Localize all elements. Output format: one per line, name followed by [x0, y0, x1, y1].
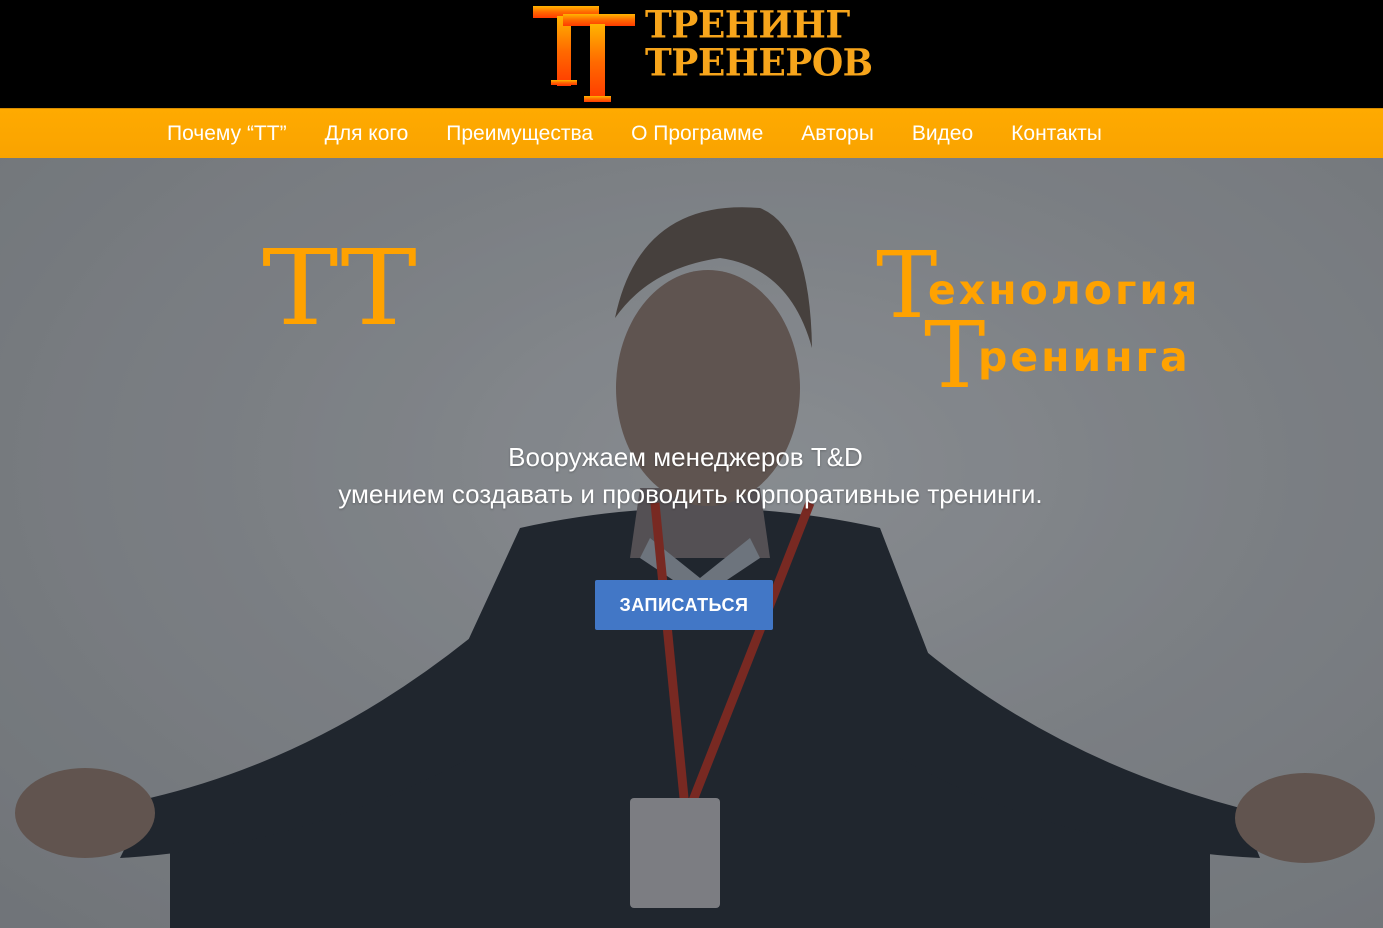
- logo-monogram-icon: [533, 6, 635, 102]
- nav-item-for-whom[interactable]: Для кого: [306, 122, 428, 146]
- nav-item-video[interactable]: Видео: [893, 122, 992, 146]
- nav-item-advantages[interactable]: Преимущества: [427, 122, 612, 146]
- site-header: ТРЕНИНГ ТРЕНЕРОВ: [0, 0, 1383, 108]
- hero-subtitle: Вооружаем менеджеров T&D умением создава…: [0, 439, 1383, 513]
- site-logo[interactable]: ТРЕНИНГ ТРЕНЕРОВ: [533, 0, 873, 106]
- signup-button[interactable]: ЗАПИСАТЬСЯ: [595, 580, 773, 630]
- main-nav: Почему “ТТ” Для кого Преимущества О Прог…: [0, 108, 1383, 158]
- hero-subtitle-line-1: Вооружаем менеджеров T&D: [508, 442, 863, 472]
- nav-item-authors[interactable]: Авторы: [782, 122, 893, 146]
- hero-subtitle-line-2: умением создавать и проводить корпоратив…: [338, 479, 1043, 509]
- logo-line-2: ТРЕНЕРОВ: [645, 40, 873, 86]
- hero-monogram: ТТ: [262, 227, 420, 349]
- nav-list: Почему “ТТ” Для кого Преимущества О Прог…: [148, 109, 1121, 159]
- tagline-rest-2: ренинга: [978, 333, 1191, 381]
- nav-item-why-tt[interactable]: Почему “ТТ”: [148, 122, 306, 146]
- nav-item-contacts[interactable]: Контакты: [992, 122, 1121, 146]
- logo-line-1: ТРЕНИНГ: [645, 2, 850, 48]
- hero-section: ТТ Т ехнология Т ренинга Вооружаем менед…: [0, 158, 1383, 928]
- hero-tagline: Т ехнология Т ренинга: [876, 240, 1276, 420]
- nav-item-about-program[interactable]: О Программе: [612, 122, 782, 146]
- tagline-cap-2: Т: [924, 302, 986, 409]
